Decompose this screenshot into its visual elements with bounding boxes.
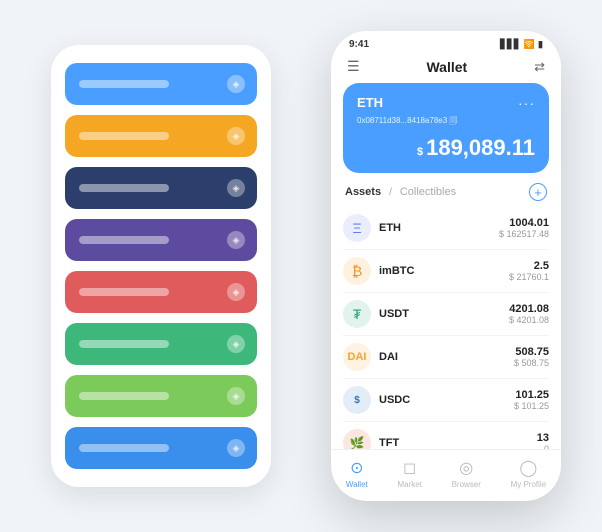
list-item[interactable]: ◈ xyxy=(65,167,257,209)
asset-amounts: 2.5 $ 21760.1 xyxy=(509,260,549,282)
card-label xyxy=(79,288,169,296)
tft-icon: 🌿 xyxy=(343,429,371,449)
nav-item-browser[interactable]: ◎ Browser xyxy=(452,458,481,489)
wifi-icon: 🛜 xyxy=(524,39,535,50)
asset-name: DAI xyxy=(379,351,514,363)
tab-collectibles[interactable]: Collectibles xyxy=(400,186,456,198)
status-bar: 9:41 ▋▋▋ 🛜 ▮ xyxy=(331,31,561,54)
card-stack: ◈ ◈ ◈ ◈ ◈ ◈ ◈ ◈ xyxy=(51,45,271,487)
market-nav-label: Market xyxy=(397,480,421,489)
table-row[interactable]: ₿ imBTC 2.5 $ 21760.1 xyxy=(343,250,549,293)
card-label xyxy=(79,236,169,244)
nav-item-market[interactable]: ◻ Market xyxy=(397,458,421,489)
card-label xyxy=(79,132,169,140)
nav-item-profile[interactable]: ◯ My Profile xyxy=(511,458,547,489)
card-label xyxy=(79,184,169,192)
nav-item-wallet[interactable]: ⊙ Wallet xyxy=(346,458,368,489)
asset-amount: 1004.01 xyxy=(499,217,549,229)
usdt-icon: ₮ xyxy=(343,300,371,328)
card-label xyxy=(79,80,169,88)
tabs-left: Assets / Collectibles xyxy=(345,186,456,198)
asset-name: imBTC xyxy=(379,265,509,277)
table-row[interactable]: 🌿 TFT 13 0 xyxy=(343,422,549,449)
asset-amounts: 1004.01 $ 162517.48 xyxy=(499,217,549,239)
scan-icon[interactable]: ⇄ xyxy=(534,59,545,75)
card-icon: ◈ xyxy=(227,179,245,197)
browser-nav-icon: ◎ xyxy=(459,458,473,478)
asset-amounts: 13 0 xyxy=(537,432,549,449)
status-time: 9:41 xyxy=(349,39,369,50)
card-icon: ◈ xyxy=(227,75,245,93)
asset-usd: $ 162517.48 xyxy=(499,229,549,239)
eth-icon: Ξ xyxy=(343,214,371,242)
asset-name: ETH xyxy=(379,222,499,234)
browser-nav-label: Browser xyxy=(452,480,481,489)
asset-usd: $ 508.75 xyxy=(514,358,549,368)
asset-name: USDC xyxy=(379,394,514,406)
eth-card-name: ETH xyxy=(357,95,383,110)
eth-card-address: 0x08711d38...8418a78e3 🗐 xyxy=(357,115,535,129)
asset-usd: $ 4201.08 xyxy=(509,315,549,325)
asset-usd: $ 21760.1 xyxy=(509,272,549,282)
asset-amounts: 4201.08 $ 4201.08 xyxy=(509,303,549,325)
list-item[interactable]: ◈ xyxy=(65,115,257,157)
phone-header: ☰ Wallet ⇄ xyxy=(331,54,561,83)
wallet-nav-icon: ⊙ xyxy=(350,458,363,478)
wallet-nav-label: Wallet xyxy=(346,480,368,489)
asset-amount: 4201.08 xyxy=(509,303,549,315)
asset-amount: 13 xyxy=(537,432,549,444)
scene: ◈ ◈ ◈ ◈ ◈ ◈ ◈ ◈ xyxy=(21,21,581,511)
list-item[interactable]: ◈ xyxy=(65,427,257,469)
asset-amounts: 508.75 $ 508.75 xyxy=(514,346,549,368)
list-item[interactable]: ◈ xyxy=(65,323,257,365)
table-row[interactable]: $ USDC 101.25 $ 101.25 xyxy=(343,379,549,422)
asset-amounts: 101.25 $ 101.25 xyxy=(514,389,549,411)
tab-divider: / xyxy=(389,187,392,198)
card-icon: ◈ xyxy=(227,283,245,301)
profile-nav-label: My Profile xyxy=(511,480,547,489)
asset-name: TFT xyxy=(379,437,537,449)
profile-nav-icon: ◯ xyxy=(519,458,537,478)
table-row[interactable]: ₮ USDT 4201.08 $ 4201.08 xyxy=(343,293,549,336)
card-icon: ◈ xyxy=(227,439,245,457)
usdc-icon: $ xyxy=(343,386,371,414)
asset-amount: 101.25 xyxy=(514,389,549,401)
eth-wallet-card[interactable]: ETH ··· 0x08711d38...8418a78e3 🗐 $189,08… xyxy=(343,83,549,173)
currency-symbol: $ xyxy=(417,146,423,158)
card-icon: ◈ xyxy=(227,387,245,405)
card-icon: ◈ xyxy=(227,127,245,145)
card-label xyxy=(79,444,169,452)
eth-card-amount: $189,089.11 xyxy=(357,135,535,161)
list-item[interactable]: ◈ xyxy=(65,271,257,313)
list-item[interactable]: ◈ xyxy=(65,63,257,105)
list-item[interactable]: ◈ xyxy=(65,375,257,417)
assets-tabs: Assets / Collectibles + xyxy=(331,183,561,207)
card-label xyxy=(79,392,169,400)
eth-card-menu[interactable]: ··· xyxy=(518,95,535,111)
card-icon: ◈ xyxy=(227,231,245,249)
status-icons: ▋▋▋ 🛜 ▮ xyxy=(500,39,543,50)
menu-icon[interactable]: ☰ xyxy=(347,58,360,75)
list-item[interactable]: ◈ xyxy=(65,219,257,261)
tab-assets[interactable]: Assets xyxy=(345,186,381,198)
battery-icon: ▮ xyxy=(538,39,543,50)
bottom-nav: ⊙ Wallet ◻ Market ◎ Browser ◯ My Profile xyxy=(331,449,561,501)
signal-icon: ▋▋▋ xyxy=(500,39,521,50)
card-label xyxy=(79,340,169,348)
dai-icon: DAI xyxy=(343,343,371,371)
asset-usd: $ 101.25 xyxy=(514,401,549,411)
asset-name: USDT xyxy=(379,308,509,320)
phone-mockup: 9:41 ▋▋▋ 🛜 ▮ ☰ Wallet ⇄ ETH ··· 0x08711d… xyxy=(331,31,561,501)
table-row[interactable]: Ξ ETH 1004.01 $ 162517.48 xyxy=(343,207,549,250)
add-asset-button[interactable]: + xyxy=(529,183,547,201)
asset-amount: 2.5 xyxy=(509,260,549,272)
imbtc-icon: ₿ xyxy=(343,257,371,285)
asset-amount: 508.75 xyxy=(514,346,549,358)
page-title: Wallet xyxy=(426,59,467,75)
market-nav-icon: ◻ xyxy=(403,458,416,478)
asset-list: Ξ ETH 1004.01 $ 162517.48 ₿ imBTC 2.5 $ … xyxy=(331,207,561,449)
table-row[interactable]: DAI DAI 508.75 $ 508.75 xyxy=(343,336,549,379)
card-icon: ◈ xyxy=(227,335,245,353)
